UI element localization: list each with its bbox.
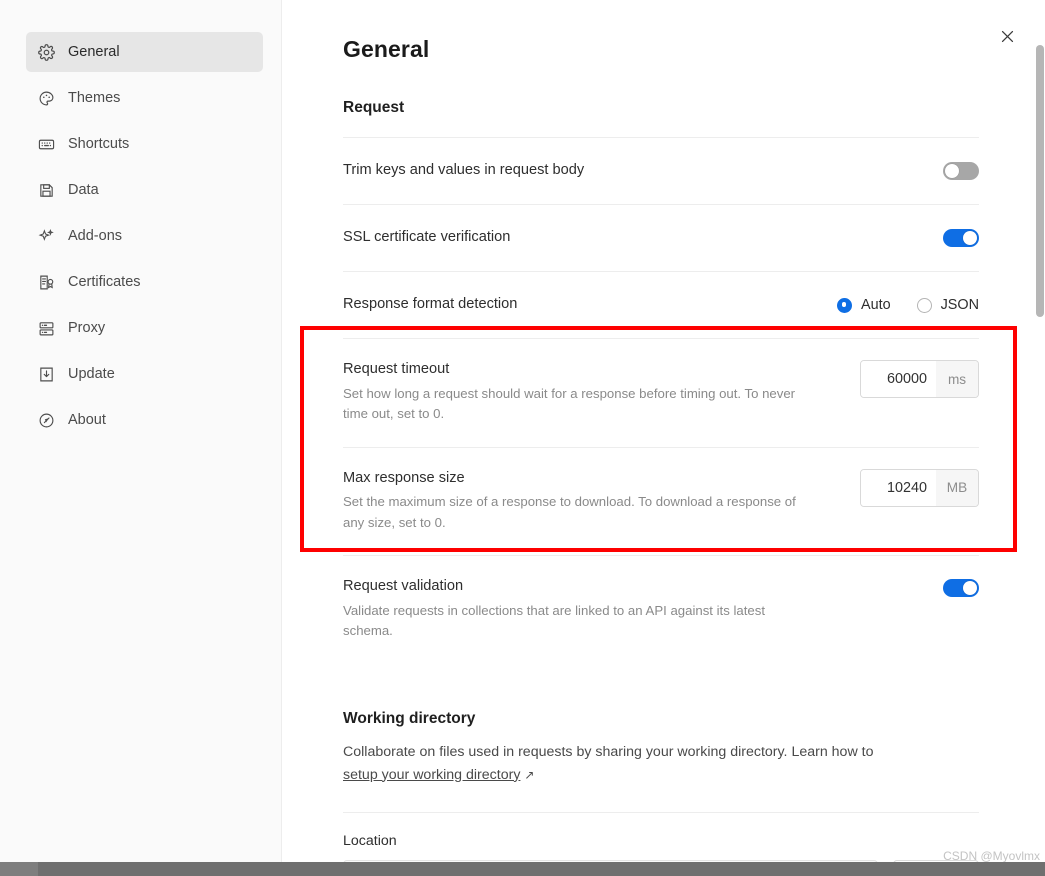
palette-icon: [38, 90, 55, 107]
settings-sidebar: General Themes Shortcuts Data Add-ons Ce…: [0, 0, 282, 876]
radio-label: Auto: [861, 297, 891, 313]
toggle-knob: [945, 164, 959, 178]
page-title: General: [343, 36, 430, 62]
sidebar-item-label: Shortcuts: [68, 135, 130, 152]
sidebar-item-shortcuts[interactable]: Shortcuts: [26, 124, 263, 164]
trim-keys-toggle[interactable]: [943, 162, 979, 180]
setting-description: Set the maximum size of a response to do…: [343, 494, 796, 530]
settings-content: General Request Trim keys and values in …: [282, 0, 1045, 876]
setting-text: Trim keys and values in request body: [343, 161, 923, 181]
setting-row-trim-keys: Trim keys and values in request body: [343, 138, 979, 204]
keyboard-icon: [38, 136, 55, 153]
info-icon: [38, 412, 55, 429]
sidebar-item-update[interactable]: Update: [26, 354, 263, 394]
setting-label: Response format detection: [343, 296, 518, 313]
setting-row-request-timeout: Request timeout Set how long a request s…: [343, 339, 979, 447]
setting-text: Max response size Set the maximum size o…: [343, 469, 840, 534]
sidebar-item-label: Proxy: [68, 319, 106, 336]
sidebar-item-label: Certificates: [68, 273, 141, 290]
setting-text: Request validation Validate requests in …: [343, 577, 923, 642]
settings-window: General Themes Shortcuts Data Add-ons Ce…: [0, 0, 1045, 876]
settings-main-panel: General Request Trim keys and values in …: [282, 0, 1045, 876]
setting-label: Trim keys and values in request body: [343, 162, 585, 179]
max-response-size-value[interactable]: 10240: [861, 469, 936, 506]
sidebar-item-label: Update: [68, 365, 115, 382]
section-title-working-directory: Working directory: [343, 709, 476, 727]
sidebar-item-data[interactable]: Data: [26, 170, 263, 210]
max-response-size-input[interactable]: 10240 MB: [860, 468, 979, 507]
sidebar-item-about[interactable]: About: [26, 400, 263, 440]
sparkle-icon: [38, 228, 55, 245]
sidebar-item-label: Data: [68, 181, 99, 198]
radio-option-json[interactable]: JSON: [916, 297, 979, 313]
setting-description: Set how long a request should wait for a…: [343, 385, 796, 422]
working-directory-description: Collaborate on files used in requests by…: [343, 741, 903, 786]
bottom-status-bar: [0, 862, 1045, 876]
external-link-icon: ↗: [524, 767, 535, 782]
max-response-size-unit: MB: [936, 469, 978, 506]
radio-dot-icon: [916, 297, 932, 313]
response-format-radio-group: Auto JSON: [837, 297, 979, 313]
sidebar-item-proxy[interactable]: Proxy: [26, 308, 263, 348]
scrollbar-thumb[interactable]: [1036, 45, 1044, 317]
setting-label: Request validation: [343, 578, 464, 595]
request-timeout-value[interactable]: 60000: [861, 361, 936, 397]
wd-desc-prefix: Collaborate on files used in requests by…: [343, 743, 874, 760]
setting-row-max-response-size: Max response size Set the maximum size o…: [343, 448, 979, 556]
divider: [343, 812, 979, 814]
setup-working-directory-link[interactable]: setup your working directory: [343, 767, 520, 783]
server-icon: [38, 320, 55, 337]
sidebar-item-label: Add-ons: [68, 227, 123, 244]
request-timeout-unit: ms: [936, 361, 978, 397]
sidebar-item-add-ons[interactable]: Add-ons: [26, 216, 263, 256]
setting-row-response-format: Response format detection Auto JSON: [343, 272, 979, 338]
ssl-verification-toggle[interactable]: [943, 229, 979, 247]
close-icon[interactable]: [995, 24, 1019, 48]
setting-row-ssl-verification: SSL certificate verification: [343, 205, 979, 271]
sidebar-item-label: About: [68, 411, 106, 428]
bottom-bar-left-segment: [0, 862, 38, 876]
radio-dot-icon: [837, 297, 852, 313]
setting-row-request-validation: Request validation Validate requests in …: [343, 556, 979, 664]
sidebar-item-label: General: [68, 43, 120, 60]
setting-text: Request timeout Set how long a request s…: [343, 360, 840, 425]
radio-label: JSON: [940, 297, 979, 313]
request-validation-toggle[interactable]: [943, 579, 979, 598]
toggle-knob: [963, 581, 977, 596]
sidebar-item-label: Themes: [68, 89, 121, 106]
request-timeout-input[interactable]: 60000 ms: [860, 360, 979, 398]
location-label: Location: [343, 833, 397, 850]
certificate-icon: [38, 274, 55, 291]
watermark: CSDN @Myovlmx: [943, 849, 1040, 863]
setting-label: Request timeout: [343, 361, 450, 377]
setting-description: Validate requests in collections that ar…: [343, 602, 765, 639]
sidebar-item-certificates[interactable]: Certificates: [26, 262, 263, 302]
setting-label: Max response size: [343, 469, 465, 486]
download-icon: [38, 366, 55, 383]
setting-text: Response format detection: [343, 295, 817, 315]
sidebar-item-themes[interactable]: Themes: [26, 78, 263, 118]
sidebar-item-general[interactable]: General: [26, 32, 263, 72]
save-disk-icon: [38, 182, 55, 199]
radio-option-auto[interactable]: Auto: [837, 297, 891, 313]
setting-label: SSL certificate verification: [343, 229, 511, 246]
toggle-knob: [963, 231, 977, 245]
setting-text: SSL certificate verification: [343, 228, 923, 248]
gear-icon: [38, 43, 55, 61]
section-title-request: Request: [343, 99, 405, 116]
